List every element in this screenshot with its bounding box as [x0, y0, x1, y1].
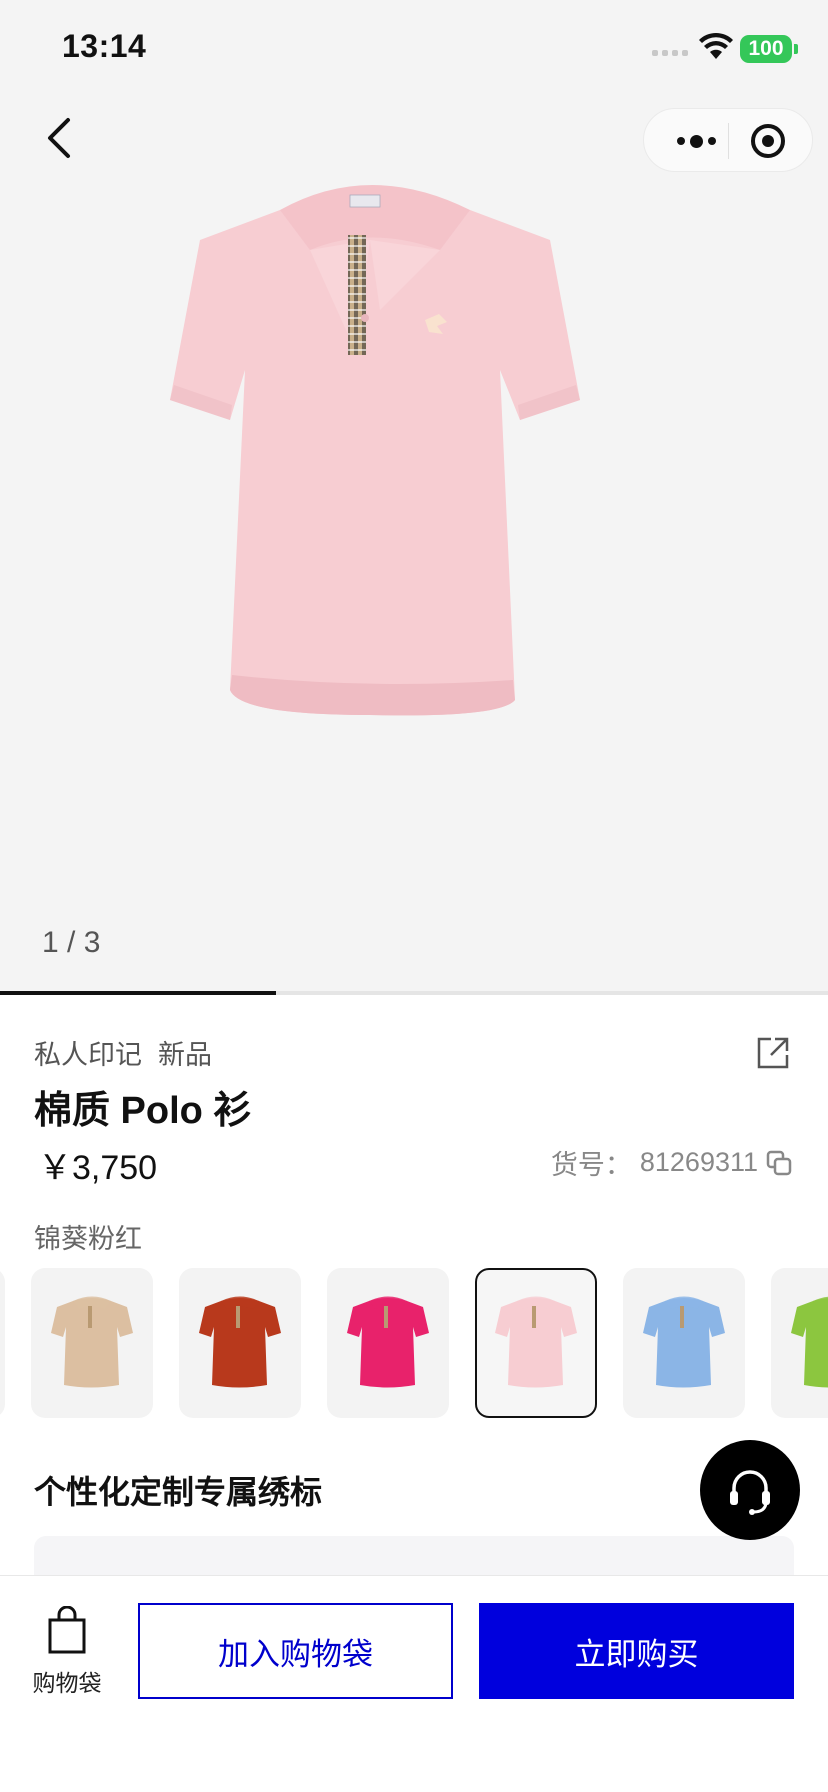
buy-now-button[interactable]: 立即购买: [479, 1603, 794, 1699]
back-button[interactable]: [40, 112, 80, 164]
battery-indicator: 100: [740, 35, 792, 63]
product-name: 棉质 Polo 衫: [34, 1090, 252, 1132]
color-swatch[interactable]: [475, 1268, 597, 1418]
swatch-polo-icon: [347, 1296, 429, 1388]
image-counter: 1 / 3: [42, 926, 101, 959]
color-swatch-partial[interactable]: [0, 1268, 5, 1418]
customization-title: 个性化定制专属绣标: [34, 1474, 323, 1510]
status-time: 13:14: [62, 28, 147, 64]
tag-new: 新品: [158, 1040, 212, 1070]
swatch-polo-icon: [199, 1296, 281, 1388]
color-swatch-list: [0, 1268, 828, 1420]
more-button[interactable]: [666, 121, 726, 161]
product-image[interactable]: [170, 170, 670, 830]
close-mini-program-button[interactable]: [748, 121, 788, 161]
shopping-bag-button[interactable]: 购物袋: [28, 1606, 106, 1696]
swatch-polo-icon: [495, 1296, 577, 1388]
headset-icon: [730, 1470, 770, 1515]
status-bar: 13:14 100: [0, 0, 828, 100]
capsule-divider: [728, 123, 729, 159]
customer-service-button[interactable]: [700, 1440, 800, 1540]
tag-personal: 私人印记: [34, 1040, 142, 1070]
bottom-action-bar: 购物袋 加入购物袋 立即购买: [0, 1575, 828, 1792]
mini-program-capsule: [643, 108, 813, 172]
product-price: ￥3,750: [38, 1149, 158, 1187]
signal-icon: [652, 50, 688, 56]
color-swatch[interactable]: [623, 1268, 745, 1418]
more-dots-icon: [676, 137, 685, 145]
product-gallery[interactable]: 13:14 100 1 / 3: [0, 0, 828, 995]
color-swatch[interactable]: [327, 1268, 449, 1418]
swatch-polo-icon: [51, 1296, 133, 1388]
swatch-polo-icon: [643, 1296, 725, 1388]
sku-value: 81269311: [639, 1147, 758, 1177]
swatch-polo-icon: [791, 1296, 828, 1388]
sku-label: 货号：: [550, 1150, 632, 1180]
color-swatch[interactable]: [179, 1268, 301, 1418]
color-swatch[interactable]: [771, 1268, 828, 1418]
color-swatch[interactable]: [31, 1268, 153, 1418]
battery-tip: [794, 44, 798, 54]
wifi-icon: [699, 32, 733, 59]
chevron-left-icon: [48, 118, 70, 158]
add-to-cart-button[interactable]: 加入购物袋: [138, 1603, 453, 1699]
shopping-bag-label: 购物袋: [32, 1670, 102, 1696]
target-close-icon: [751, 124, 785, 158]
sku: 货号： 81269311: [551, 1143, 792, 1182]
shopping-bag-icon: [48, 1606, 86, 1654]
color-name: 锦葵粉红: [34, 1224, 142, 1254]
share-icon[interactable]: [755, 1035, 791, 1071]
product-tags: 私人印记 新品: [34, 1033, 212, 1072]
copy-icon[interactable]: [766, 1150, 792, 1176]
